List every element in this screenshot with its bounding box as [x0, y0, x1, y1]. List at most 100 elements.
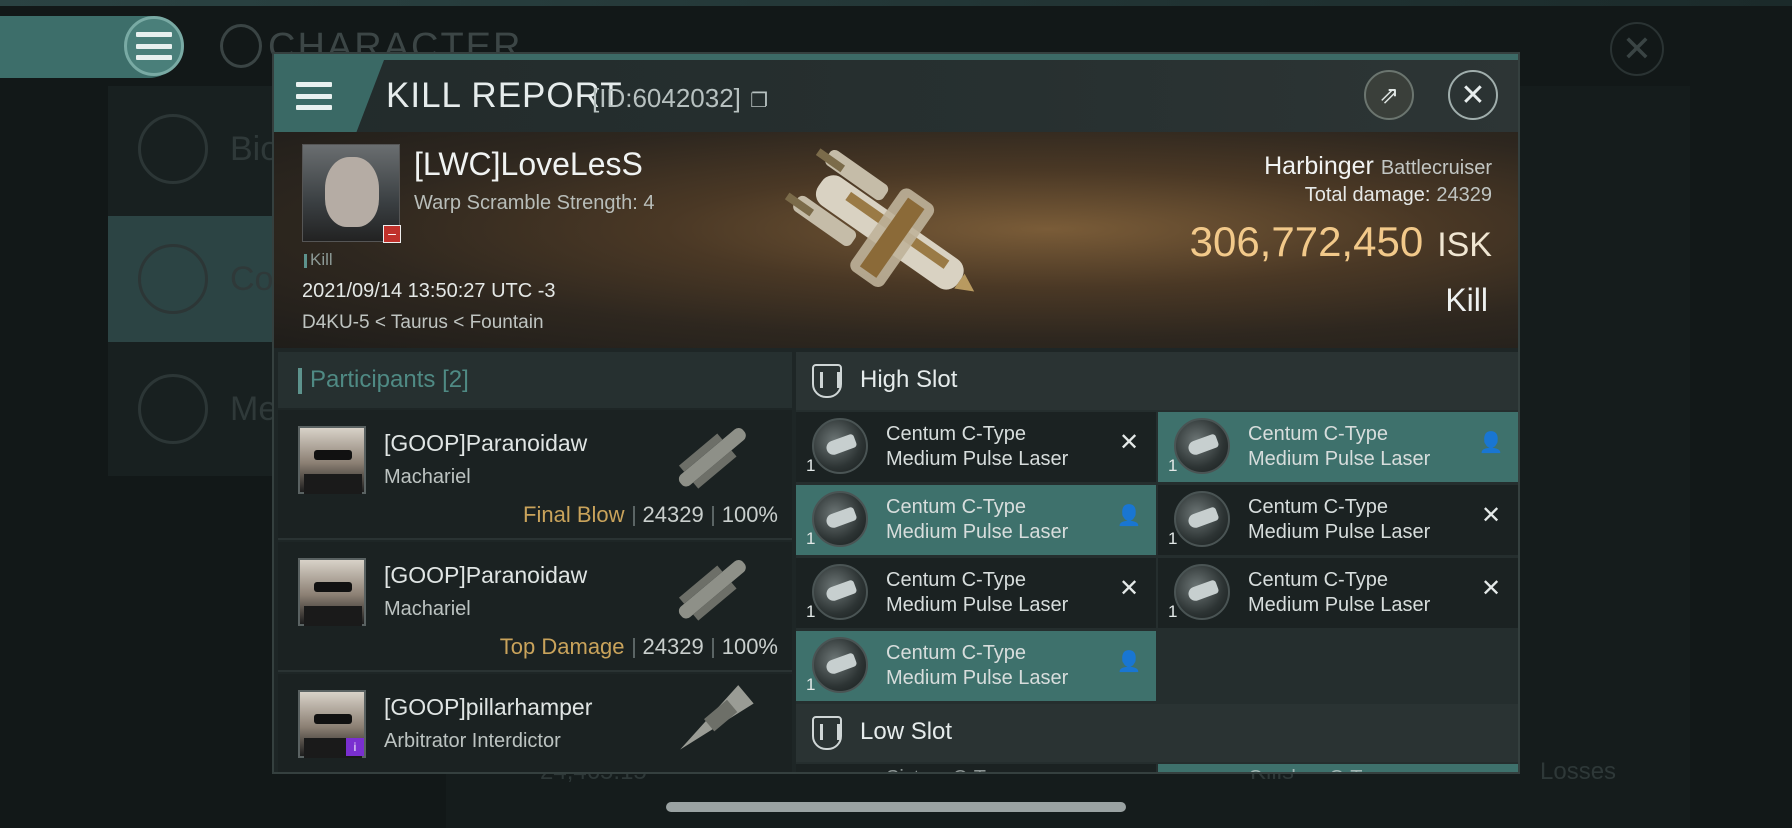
low-slot-title: Low Slot — [860, 718, 953, 745]
laser-module-icon — [1174, 491, 1230, 547]
participant-row[interactable]: [GOOP]Paranoidaw Machariel Final Blow 243… — [278, 410, 792, 540]
isk-value: 306,772,450 ISK — [1190, 218, 1492, 266]
module-name: Centum C-Type Medium Pulse Laser — [1248, 495, 1468, 545]
total-damage-value: 24329 — [1436, 184, 1492, 206]
low-slot-header: Low Slot — [796, 704, 1518, 762]
victim-summary: – [LWC]LoveLesS Warp Scramble Strength: … — [274, 132, 1518, 348]
victim-portrait[interactable]: – — [302, 144, 401, 243]
copy-icon[interactable]: ❐ — [750, 90, 768, 112]
module-quantity: 1 — [806, 675, 816, 694]
participant-ship: Machariel — [384, 466, 471, 488]
laser-module-icon — [812, 564, 868, 620]
participant-portrait[interactable] — [298, 426, 366, 494]
module-quantity: 1 — [1168, 602, 1178, 621]
participant-name: [GOOP]Paranoidaw — [384, 430, 588, 456]
participant-ship: Machariel — [384, 598, 471, 620]
module-item[interactable]: 1 Centum C-Type Medium Pulse Laser ✕ — [1158, 485, 1518, 555]
module-name-line1: Centum C-Type — [1248, 569, 1389, 591]
module-quantity: 1 — [1168, 529, 1178, 548]
destroyed-icon: ✕ — [1118, 575, 1140, 602]
high-slot-icon — [812, 364, 842, 398]
module-item[interactable]: 1 Centum C-Type Medium Pulse Laser 👤 — [796, 485, 1156, 555]
participant-row[interactable]: [GOOP]Paranoidaw Machariel Top Damage 243… — [278, 542, 792, 672]
module-name: Sisters C-Ty... — [886, 766, 1106, 772]
high-slot-title: High Slot — [860, 366, 958, 393]
module-name: Centum C-Type Medium Pulse Laser — [886, 495, 1106, 545]
module-item[interactable]: 1 Centum C-Type Medium Pulse Laser ✕ — [796, 558, 1156, 628]
menu-icon — [136, 32, 172, 60]
participant-stats: Final Blow 24329 100% — [523, 502, 778, 528]
high-slot-header: High Slot — [796, 352, 1518, 410]
participant-percent: 100% — [721, 502, 778, 527]
module-name: Centum C-Type Medium Pulse Laser — [886, 641, 1106, 691]
top-accent-line — [0, 0, 1792, 6]
kill-id-text: [ID:6042032] — [592, 83, 741, 113]
dropped-person-icon: 👤 — [1116, 651, 1142, 673]
isk-amount: 306,772,450 — [1189, 218, 1424, 265]
crossed-swords-icon — [138, 244, 208, 314]
ship-render-image — [784, 148, 975, 292]
participant-name: [GOOP]Paranoidaw — [384, 562, 588, 588]
module-name-line1: Centum C-Type — [1248, 496, 1389, 518]
result-label: Kill — [1445, 282, 1488, 318]
kill-report-panel: KILL REPORT [ID:6042032] ❐ ⇗ ✕ – [LWC]Lo… — [272, 52, 1520, 774]
participant-portrait[interactable]: i — [298, 690, 366, 758]
laser-module-icon — [812, 418, 868, 474]
laser-module-icon — [812, 637, 868, 693]
external-link-icon: ⇗ — [1378, 81, 1400, 109]
module-item[interactable]: 1 Centum C-Type Medium Pulse Laser 👤 — [1158, 412, 1518, 482]
module-item[interactable]: Sisters C-Ty... — [796, 764, 1156, 772]
laser-module-icon — [1174, 418, 1230, 474]
participant-ship-image — [680, 685, 754, 750]
module-name-line2: Medium Pulse Laser — [886, 521, 1069, 543]
participant-ship-image — [678, 427, 746, 489]
star-icon — [138, 374, 208, 444]
module-name-line1: Centum C-Type — [1248, 423, 1389, 445]
dropped-person-icon: 👤 — [1478, 432, 1504, 454]
ship-name[interactable]: Harbinger Battlecruiser — [1264, 152, 1492, 181]
victim-face — [325, 157, 379, 227]
module-quantity: 1 — [1168, 456, 1178, 475]
participants-title: Participants [2] — [310, 366, 469, 394]
module-name-line1: Centum C-Type — [886, 423, 1027, 445]
dropped-person-icon: 👤 — [1116, 505, 1142, 527]
participant-row[interactable]: i [GOOP]pillarhamper Arbitrator Interdic… — [278, 674, 792, 772]
participant-stats: Top Damage 24329 100% — [500, 634, 778, 660]
module-name-line1: Centum C-Type — [886, 569, 1027, 591]
victim-name[interactable]: [LWC]LoveLesS — [414, 146, 643, 183]
fitting-panel: High Slot 1 Centum C-Type Medium Pulse La… — [796, 352, 1518, 772]
participant-ship-image — [678, 559, 746, 621]
header-accent-bar — [298, 368, 302, 394]
module-name-line1: Centum C-Type — [886, 642, 1027, 664]
total-damage-label: Total damage: — [1304, 184, 1431, 206]
module-item[interactable]: 1 Centum C-Type Medium Pulse Laser ✕ — [796, 412, 1156, 482]
close-icon: ✕ — [1460, 78, 1486, 112]
participants-header: Participants [2] — [278, 352, 792, 408]
participant-portrait[interactable] — [298, 558, 366, 626]
losses-label[interactable]: Losses — [1540, 758, 1616, 786]
kill-type-label: Kill — [310, 250, 333, 269]
module-item[interactable]: Corelum C-Ty... — [1158, 764, 1518, 772]
module-name-line2: Medium Pulse Laser — [886, 667, 1069, 689]
module-item[interactable]: 1 Centum C-Type Medium Pulse Laser 👤 — [796, 631, 1156, 701]
module-name: Centum C-Type Medium Pulse Laser — [886, 568, 1106, 618]
participant-role: Final Blow — [523, 502, 625, 527]
close-button[interactable]: ✕ — [1448, 70, 1498, 120]
screen-close-icon[interactable]: ✕ — [1610, 22, 1664, 76]
participants-label: Participants — [310, 366, 436, 393]
main-menu-button[interactable] — [124, 16, 184, 76]
module-name: Centum C-Type Medium Pulse Laser — [1248, 568, 1468, 618]
vitruvian-icon — [220, 24, 262, 68]
kill-location[interactable]: D4KU-5 < Taurus < Fountain — [302, 312, 544, 334]
list-icon — [138, 114, 208, 184]
kill-id[interactable]: [ID:6042032] ❐ — [592, 83, 768, 114]
module-item[interactable]: 1 Centum C-Type Medium Pulse Laser ✕ — [1158, 558, 1518, 628]
share-button[interactable]: ⇗ — [1364, 70, 1414, 120]
destroyed-icon: ✕ — [1118, 429, 1140, 456]
module-quantity: 1 — [806, 529, 816, 548]
kill-timestamp: 2021/09/14 13:50:27 UTC -3 — [302, 280, 556, 302]
destroyed-icon: ✕ — [1480, 502, 1502, 529]
module-name: Centum C-Type Medium Pulse Laser — [1248, 422, 1468, 472]
menu-icon — [296, 82, 332, 110]
participant-percent: 100% — [721, 634, 778, 659]
